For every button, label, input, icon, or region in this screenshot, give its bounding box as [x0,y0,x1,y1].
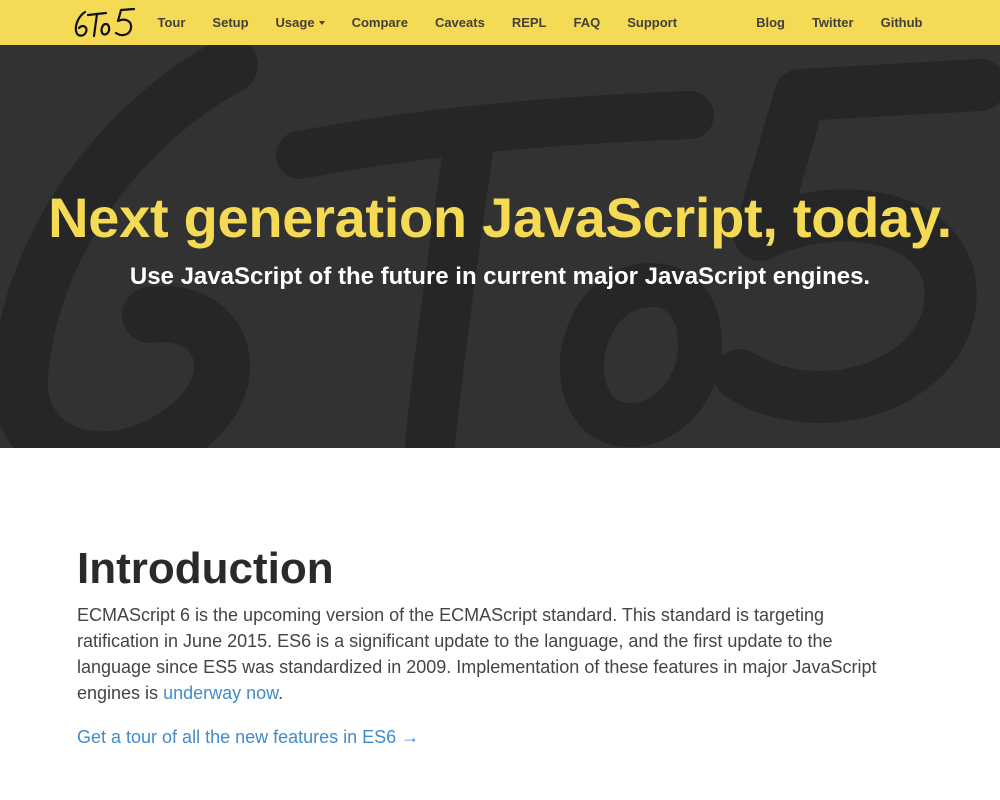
nav-left-group: Tour Setup Usage Compare Caveats REPL FA… [144,0,691,45]
nav-tour[interactable]: Tour [144,0,199,45]
tour-link[interactable]: Get a tour of all the new features in ES… [77,727,419,747]
hero-banner: Next generation JavaScript, today. Use J… [0,45,1000,448]
tour-paragraph: Get a tour of all the new features in ES… [77,724,907,750]
nav-setup[interactable]: Setup [199,0,262,45]
nav-caveats[interactable]: Caveats [421,0,498,45]
hero-subtitle: Use JavaScript of the future in current … [129,263,871,290]
6to5-logo-icon [74,7,136,38]
nav-compare[interactable]: Compare [338,0,421,45]
main-content: Introduction ECMAScript 6 is the upcomin… [77,540,907,750]
introduction-paragraph: ECMAScript 6 is the upcoming version of … [77,602,897,706]
nav-repl[interactable]: REPL [498,0,560,45]
nav-usage-label: Usage [275,15,315,30]
top-navbar: Tour Setup Usage Compare Caveats REPL FA… [0,0,1000,45]
nav-twitter[interactable]: Twitter [798,0,867,45]
underway-now-link[interactable]: underway now [163,683,278,703]
brand-logo[interactable] [72,4,138,40]
introduction-end: . [278,683,284,703]
nav-usage-dropdown[interactable]: Usage [262,0,338,45]
caret-down-icon [318,20,325,25]
nav-github[interactable]: Github [867,0,936,45]
nav-right-group: Blog Twitter Github [743,0,936,45]
nav-faq[interactable]: FAQ [560,0,614,45]
nav-support[interactable]: Support [614,0,691,45]
hero-title: Next generation JavaScript, today. [48,186,952,249]
nav-blog[interactable]: Blog [743,0,799,45]
introduction-heading: Introduction [77,544,334,593]
